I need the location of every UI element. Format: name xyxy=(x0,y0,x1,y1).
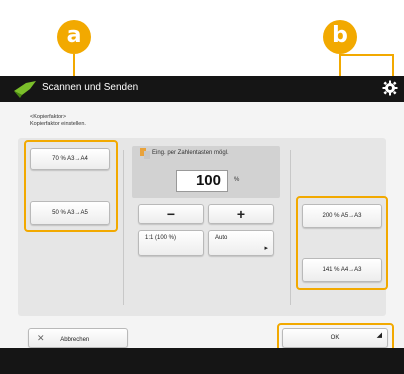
preset-50-percent-button[interactable]: 50 % A3→A5 xyxy=(30,201,110,225)
keypad-icon xyxy=(140,148,150,159)
gear-icon[interactable] xyxy=(382,80,398,96)
decrease-button[interactable]: − xyxy=(138,204,204,224)
instruction-line-1: <Kopierfaktor> xyxy=(30,114,67,120)
callout-marker-a: a xyxy=(57,20,91,54)
auto-button[interactable]: Auto ▸ xyxy=(208,230,274,256)
preset-141-percent-button[interactable]: 141 % A4→A3 xyxy=(302,258,382,282)
minus-icon: − xyxy=(166,206,176,222)
zoom-value-field[interactable]: 100 xyxy=(176,170,228,192)
scan-send-app-icon xyxy=(14,81,36,98)
one-to-one-label: 1:1 (100 %) xyxy=(145,235,177,241)
page-title: Scannen und Senden xyxy=(42,82,139,93)
preset-label: 200 % A5→A3 xyxy=(322,213,362,219)
preset-70-percent-button[interactable]: 70 % A3→A4 xyxy=(30,148,110,170)
preset-label: 141 % A4→A3 xyxy=(322,267,362,273)
divider-left xyxy=(123,150,124,305)
ok-label: OK xyxy=(330,335,340,341)
increase-button[interactable]: + xyxy=(208,204,274,224)
callout-leader-ok-top xyxy=(341,54,394,56)
one-to-one-button[interactable]: 1:1 (100 %) xyxy=(138,230,204,256)
divider-right xyxy=(290,150,291,305)
numeric-entry-label: Eing. per Zahlentasten mögl. xyxy=(152,150,229,156)
preset-200-percent-button[interactable]: 200 % A5→A3 xyxy=(302,204,382,228)
auto-label: Auto xyxy=(215,235,228,241)
ok-button[interactable]: OK ◢ xyxy=(282,328,388,348)
cancel-button[interactable]: ✕ Abbrechen xyxy=(28,328,128,348)
bottom-bar xyxy=(0,348,404,374)
cancel-label: Abbrechen xyxy=(60,337,90,343)
preset-label: 50 % A3→A5 xyxy=(52,210,88,216)
instruction-line-2: Kopierfaktor einstellen. xyxy=(30,121,86,127)
confirm-corner-icon: ◢ xyxy=(376,332,382,339)
preset-label: 70 % A3→A4 xyxy=(52,156,88,162)
zoom-unit-label: % xyxy=(234,177,240,183)
submenu-indicator-icon: ▸ xyxy=(264,245,268,252)
close-icon: ✕ xyxy=(37,333,45,343)
plus-icon: + xyxy=(236,206,246,222)
callout-marker-b: b xyxy=(323,20,357,54)
instruction-text: <Kopierfaktor> Kopierfaktor einstellen. xyxy=(30,114,86,128)
